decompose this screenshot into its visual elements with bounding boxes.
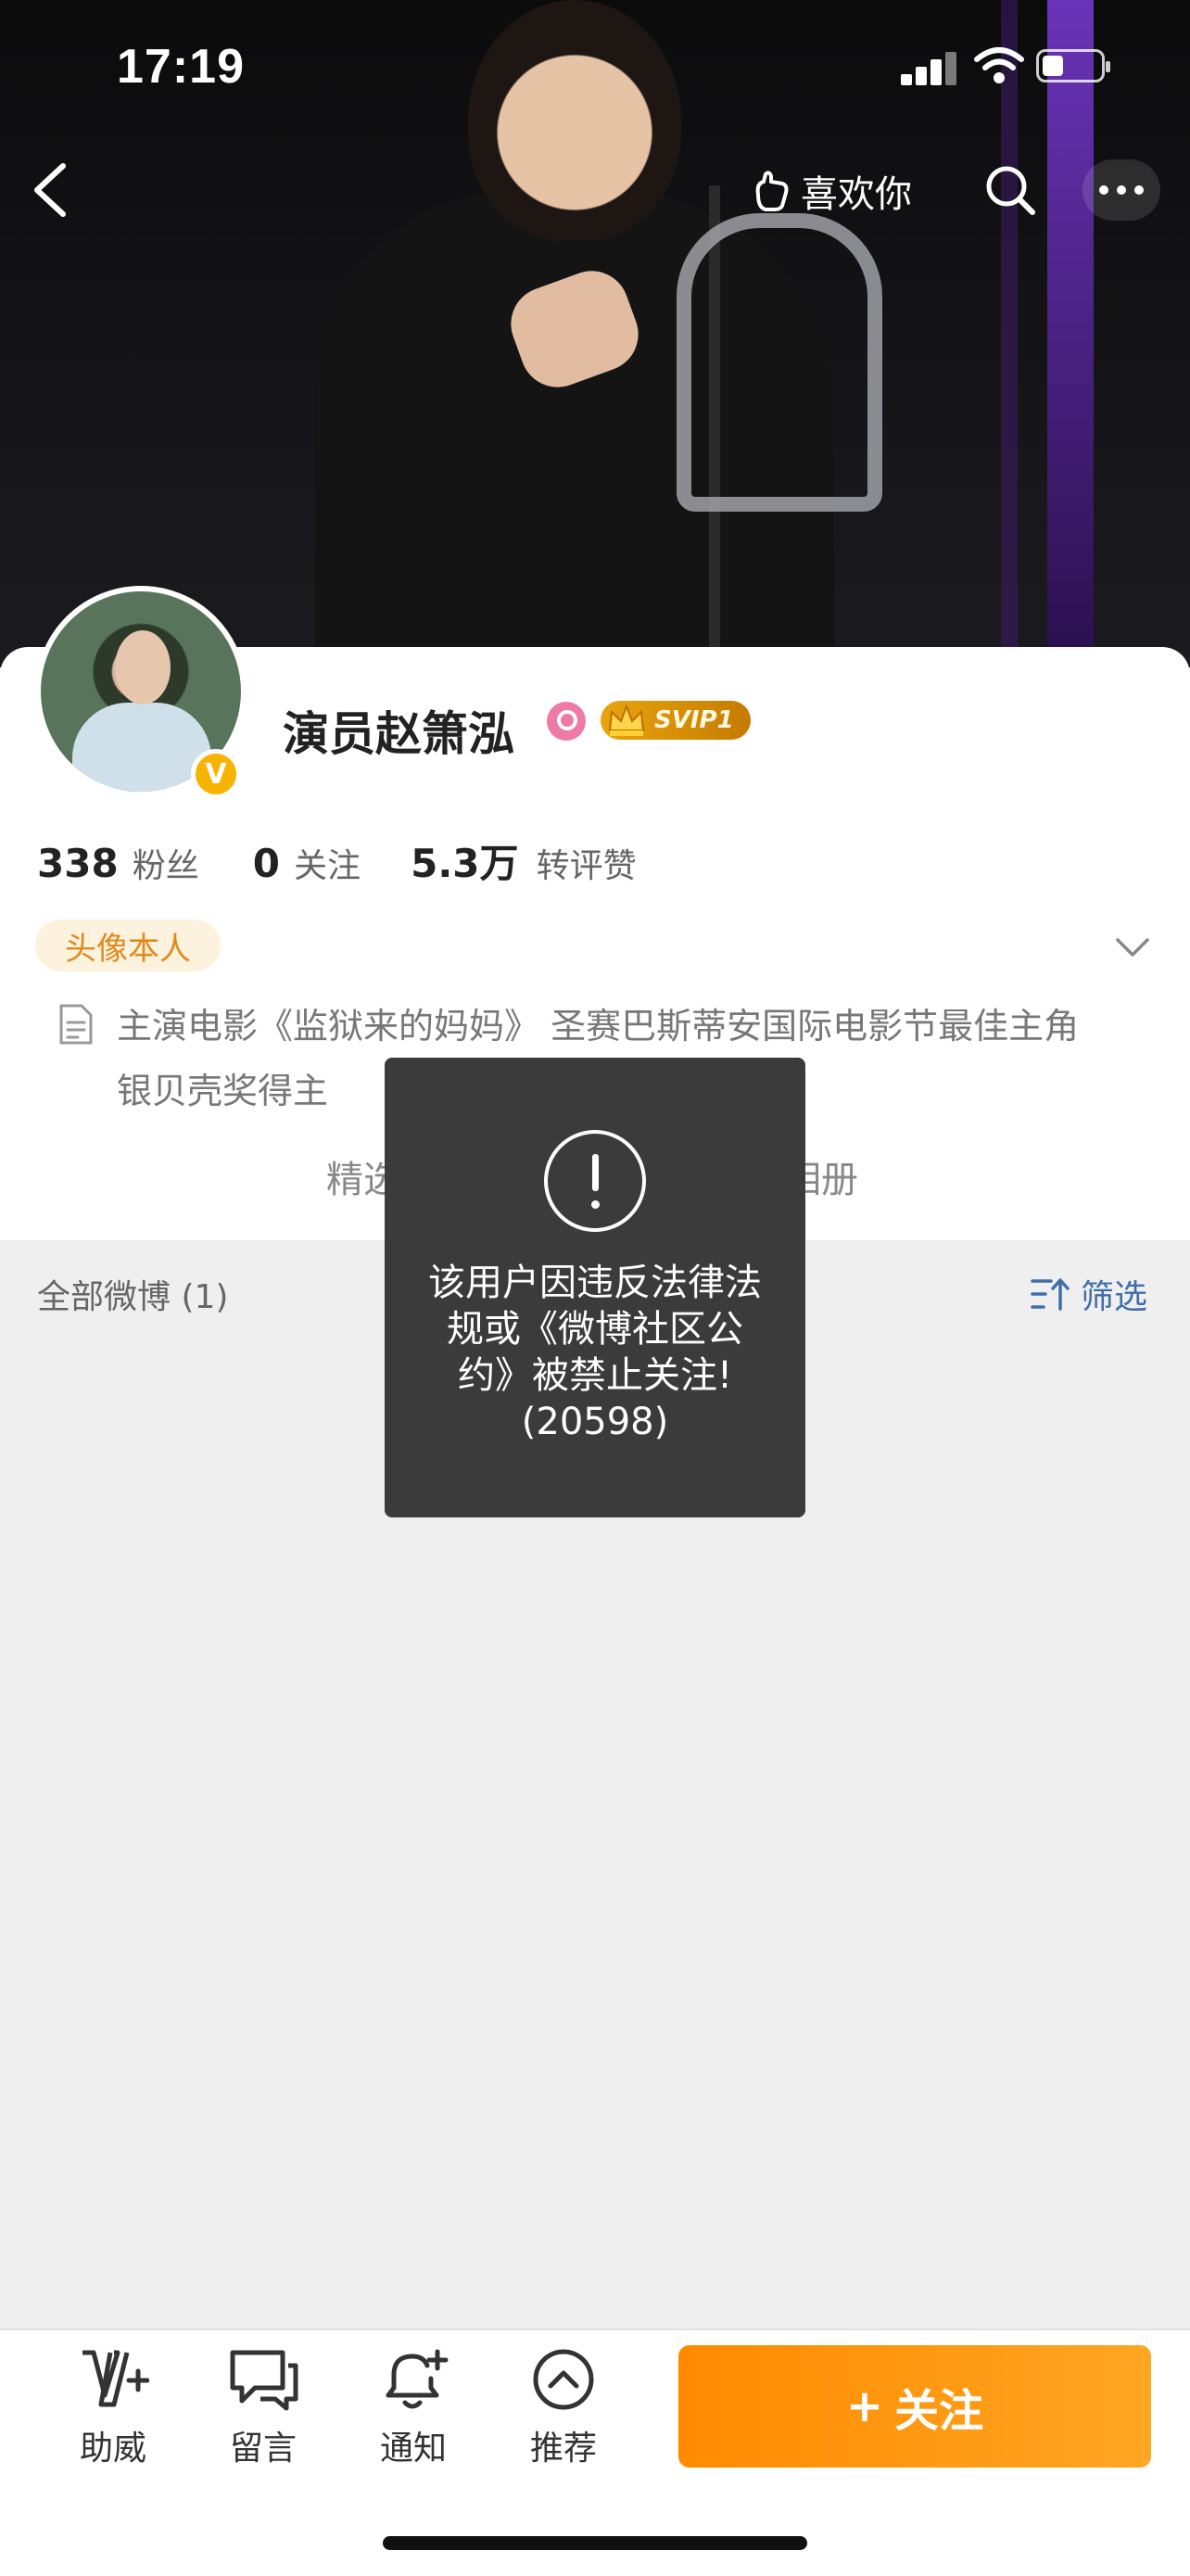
- battery-icon: [1036, 49, 1110, 82]
- follow-button[interactable]: + 关注: [678, 2345, 1151, 2468]
- toast-message: 该用户因违反法律法 规或《微博社区公 约》被禁止关注! (20598): [428, 1262, 762, 1443]
- bio-line: 主演电影《监狱来的妈妈》 圣赛巴斯蒂安国际电影节最佳主角: [117, 1006, 1080, 1047]
- error-toast: 该用户因违反法律法 规或《微博社区公 约》被禁止关注! (20598): [385, 1058, 805, 1517]
- notify-label: 通知: [379, 2430, 447, 2468]
- cheer-button[interactable]: 助威: [53, 2347, 173, 2469]
- cheer-icon: [82, 2350, 150, 2407]
- recommend-label: 推荐: [529, 2430, 597, 2468]
- profile-name: 演员赵箫泓: [283, 707, 514, 761]
- filter-button[interactable]: 筛选: [1031, 1270, 1147, 1318]
- status-time: 17:19: [117, 40, 245, 94]
- chevron-down-icon[interactable]: [1112, 927, 1153, 968]
- back-icon[interactable]: [28, 162, 74, 218]
- home-indicator: [383, 2536, 807, 2550]
- like-you-button[interactable]: 喜欢你: [751, 165, 912, 217]
- svip-label: SVIP1: [654, 706, 734, 734]
- svip-badge[interactable]: SVIP1: [601, 701, 751, 740]
- like-hand-icon: [755, 171, 789, 211]
- signal-icon: [901, 52, 958, 85]
- like-you-label: 喜欢你: [801, 173, 912, 216]
- search-icon[interactable]: [982, 162, 1038, 218]
- notify-button[interactable]: 通知: [353, 2347, 474, 2469]
- profile-tag[interactable]: 头像本人: [35, 920, 221, 971]
- crown-icon: [608, 704, 645, 736]
- stat-following[interactable]: 0 关注: [253, 839, 361, 887]
- comment-icon: [230, 2350, 298, 2411]
- feed-count: 全部微博 (1): [37, 1278, 229, 1316]
- message-label: 留言: [229, 2430, 297, 2468]
- stage-light: [1001, 0, 1018, 667]
- stage-light: [1047, 0, 1094, 667]
- search-badge-icon[interactable]: [547, 702, 586, 741]
- cover-photo: [0, 0, 1190, 667]
- cheer-label: 助威: [79, 2430, 146, 2468]
- bell-icon: [386, 2349, 449, 2409]
- stat-fans[interactable]: 338 粉丝: [37, 839, 199, 887]
- filter-label: 筛选: [1081, 1278, 1148, 1316]
- filter-icon: [1031, 1278, 1070, 1311]
- photo-trophy: [677, 213, 882, 512]
- warning-icon: [544, 1130, 646, 1232]
- plus-icon: +: [845, 2380, 884, 2432]
- message-button[interactable]: 留言: [203, 2347, 323, 2469]
- photo-figure-head: [468, 0, 681, 241]
- follow-label: 关注: [894, 2385, 984, 2437]
- recommend-button[interactable]: 推荐: [503, 2347, 624, 2469]
- document-icon: [59, 1004, 93, 1045]
- profile-stats: 338 粉丝 0 关注 5.3万 转评赞: [37, 832, 637, 889]
- wifi-icon: [974, 47, 1024, 83]
- recommend-icon: [533, 2349, 594, 2410]
- verified-icon: V: [191, 749, 241, 799]
- more-icon[interactable]: [1082, 159, 1160, 221]
- stat-interactions[interactable]: 5.3万 转评赞: [411, 832, 637, 889]
